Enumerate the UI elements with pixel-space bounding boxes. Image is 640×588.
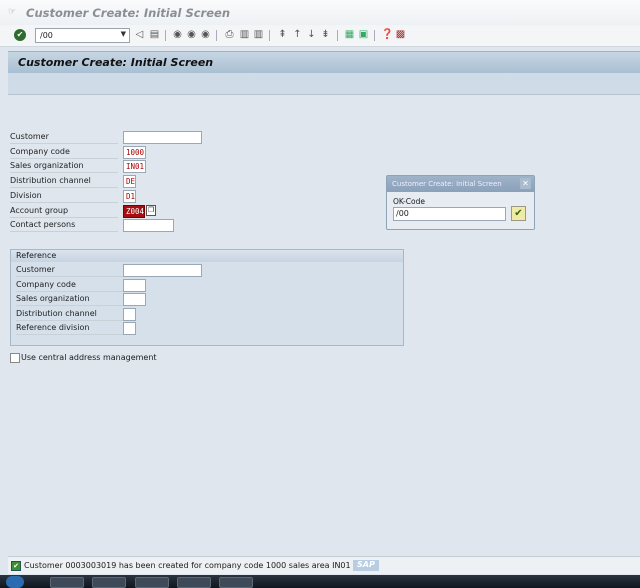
ok-code-label: OK-Code [393, 197, 425, 206]
value-help-icon[interactable]: ❐ [146, 205, 156, 216]
ref-customer-label: Customer [16, 264, 124, 277]
excel-taskbar-icon[interactable] [50, 577, 84, 588]
ref-distribution-channel-label: Distribution channel [16, 308, 124, 321]
separator [374, 30, 375, 41]
customer-input[interactable] [123, 131, 202, 144]
sales-org-label: Sales organization [10, 160, 118, 173]
ref-company-code-input[interactable] [123, 279, 146, 292]
account-group-label: Account group [10, 205, 118, 218]
title-bar: ☞ Customer Create: Initial Screen [0, 0, 640, 25]
dialog-title: Customer Create: Initial Screen [387, 176, 534, 192]
company-code-input[interactable]: 1000 [123, 146, 146, 159]
contact-persons-label: Contact persons [10, 219, 118, 232]
status-bar: ✔ Customer 0003003019 has been created f… [8, 556, 640, 574]
back-nav-icon[interactable]: ◉ [172, 29, 183, 41]
shortcut-icon[interactable]: ▣ [358, 29, 369, 41]
status-message[interactable]: Customer 0003003019 has been created for… [24, 561, 378, 570]
separator [337, 30, 338, 41]
distribution-channel-input[interactable]: DE [123, 175, 136, 188]
window-title: Customer Create: Initial Screen [26, 6, 231, 20]
ref-customer-input[interactable] [123, 264, 202, 277]
reference-title: Reference [11, 250, 403, 262]
find-next-icon[interactable]: ▥ [253, 29, 264, 41]
division-label: Division [10, 190, 118, 203]
print-icon[interactable]: ⎙ [224, 29, 235, 41]
sales-org-input[interactable]: IN01 [123, 160, 146, 173]
exit-icon[interactable]: ◉ [186, 29, 197, 41]
central-address-checkbox[interactable] [10, 353, 20, 363]
account-group-input[interactable]: Z004 [123, 205, 145, 218]
os-taskbar [0, 575, 640, 588]
command-field[interactable]: /00 ▼ [35, 28, 130, 43]
ref-division-input[interactable] [123, 322, 136, 335]
enter-icon[interactable]: ✔ [14, 29, 26, 41]
chrome-taskbar-icon[interactable] [177, 577, 211, 588]
chevron-down-icon[interactable]: ▼ [121, 30, 126, 38]
help-icon[interactable]: ❓ [381, 29, 393, 41]
back-icon[interactable]: ◁ [134, 29, 145, 41]
prev-page-icon[interactable]: ↑ [292, 29, 303, 41]
ref-distribution-channel-input[interactable] [123, 308, 136, 321]
ok-code-dialog: Customer Create: Initial Screen ✕ OK-Cod… [386, 175, 535, 230]
ref-division-label: Reference division [16, 322, 124, 335]
next-page-icon[interactable]: ↓ [306, 29, 317, 41]
save-icon[interactable]: ▤ [149, 29, 160, 41]
ref-company-code-label: Company code [16, 279, 124, 292]
screen-header: Customer Create: Initial Screen [8, 51, 640, 73]
word-taskbar-icon[interactable] [92, 577, 126, 588]
reference-group: Reference Customer Company code Sales or… [10, 249, 404, 346]
distribution-channel-label: Distribution channel [10, 175, 118, 188]
new-session-icon[interactable]: ▦ [344, 29, 355, 41]
ref-sales-org-input[interactable] [123, 293, 146, 306]
separator [216, 30, 217, 41]
ref-sales-org-label: Sales organization [16, 293, 124, 306]
success-icon: ✔ [11, 561, 21, 571]
system-toolbar: ✔ /00 ▼ ◁ ▤ ◉ ◉ ◉ ⎙ ▥ ▥ ⇞ ↑ ↓ ⇟ ▦ ▣ ❓ ▩ [0, 25, 640, 47]
application-toolbar [8, 73, 640, 95]
confirm-check-icon[interactable]: ✔ [511, 206, 526, 221]
customer-label: Customer [10, 131, 118, 144]
ok-code-input[interactable]: /00 [393, 207, 506, 221]
sap-logo: SAP [353, 560, 379, 571]
layout-icon[interactable]: ▩ [395, 29, 406, 41]
page-title: Customer Create: Initial Screen [18, 56, 214, 69]
separator [165, 30, 166, 41]
separator [269, 30, 270, 41]
start-button-icon[interactable] [6, 576, 24, 588]
company-code-label: Company code [10, 146, 118, 159]
last-page-icon[interactable]: ⇟ [320, 29, 331, 41]
app-taskbar-icon[interactable] [135, 577, 169, 588]
find-icon[interactable]: ▥ [239, 29, 250, 41]
command-value: /00 [40, 31, 53, 40]
first-page-icon[interactable]: ⇞ [277, 29, 288, 41]
central-address-label: Use central address management [21, 353, 157, 362]
division-input[interactable]: D1 [123, 190, 136, 203]
menu-icon[interactable]: ☞ [8, 7, 16, 17]
cancel-icon[interactable]: ◉ [200, 29, 211, 41]
close-icon[interactable]: ✕ [520, 178, 531, 189]
explorer-taskbar-icon[interactable] [219, 577, 253, 588]
contact-persons-input[interactable] [123, 219, 174, 232]
